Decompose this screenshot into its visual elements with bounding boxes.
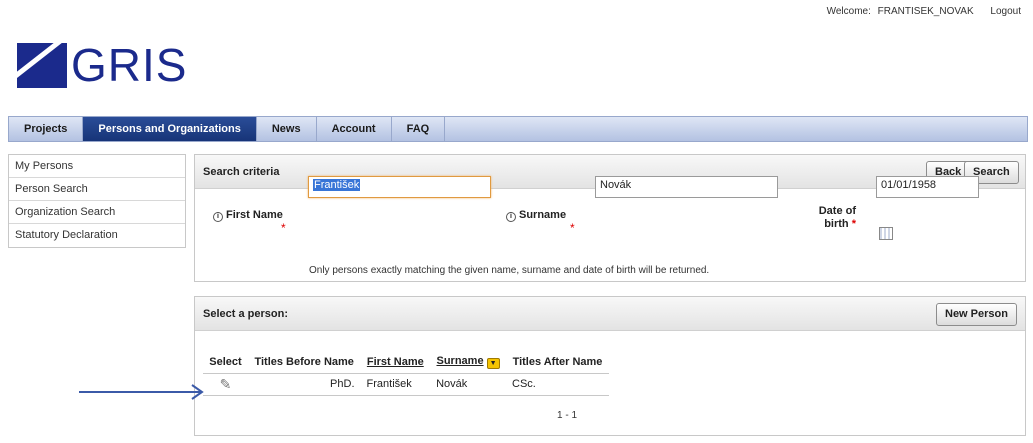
col-select: Select [209,355,242,368]
main-nav-tabs: Projects Persons and Organizations News … [8,116,1028,142]
logo: GRIS [17,40,187,90]
tab-account[interactable]: Account [317,117,392,141]
search-hint: Only persons exactly matching the given … [309,265,710,276]
tab-persons-and-organizations[interactable]: Persons and Organizations [83,117,257,141]
pager: 1 - 1 [557,410,578,421]
user-bar: Welcome: FRANTISEK_NOVAK Logout [823,6,1021,17]
col-surname[interactable]: Surname ▼ [430,351,506,373]
sort-icon[interactable]: ▼ [486,357,500,369]
titles-after-cell: CSc. [506,372,609,396]
col-titles-after: Titles After Name [512,355,603,368]
required-marker: * [570,221,575,235]
welcome-label: Welcome: [826,6,871,17]
username: FRANTISEK_NOVAK [877,6,974,17]
tab-news[interactable]: News [257,117,317,141]
surname-input[interactable]: Novák [595,176,778,198]
sidebar-item-my-persons[interactable]: My Persons [9,155,185,178]
arrow-icon [79,384,204,400]
search-criteria-panel: Search criteria Back Search i First Name … [194,154,1026,282]
surname-label: i Surname [506,209,566,222]
logout-link[interactable]: Logout [990,6,1021,17]
info-icon: i [506,212,516,222]
col-titles-before: Titles Before Name [254,355,354,368]
table-header-row: Select Titles Before Name First Name Sur… [203,351,609,373]
date-of-birth-input[interactable]: 01/01/1958 [876,176,979,198]
surname-cell: Novák [430,372,507,396]
logo-text: GRIS [71,38,188,91]
table-row: ✎ PhD. František Novák CSc. [203,372,609,396]
select-person-title: Select a person: [195,297,1025,331]
sidebar-item-organization-search[interactable]: Organization Search [9,201,185,224]
first-name-input[interactable]: František [308,176,491,198]
select-cell: ✎ [203,372,248,396]
logo-mark-icon [17,42,67,88]
sidebar: My Persons Person Search Organization Se… [8,154,186,248]
sidebar-item-person-search[interactable]: Person Search [9,178,185,201]
edit-icon[interactable]: ✎ [220,376,232,392]
new-person-button[interactable]: New Person [936,303,1017,326]
first-name-label: i First Name [213,209,283,222]
info-icon: i [213,212,223,222]
calendar-icon[interactable] [879,227,893,240]
first-name-cell: František [360,372,431,396]
results-table: Select Titles Before Name First Name Sur… [203,351,609,396]
sidebar-item-statutory-declaration[interactable]: Statutory Declaration [9,224,185,247]
required-marker: * [281,221,286,235]
date-of-birth-label: Date of birth * [818,205,856,230]
select-person-panel: Select a person: New Person Select Title… [194,296,1026,436]
col-first-name[interactable]: First Name [361,351,431,373]
titles-before-cell: PhD. [247,372,361,396]
tab-projects[interactable]: Projects [9,117,84,141]
tab-faq[interactable]: FAQ [392,117,446,141]
